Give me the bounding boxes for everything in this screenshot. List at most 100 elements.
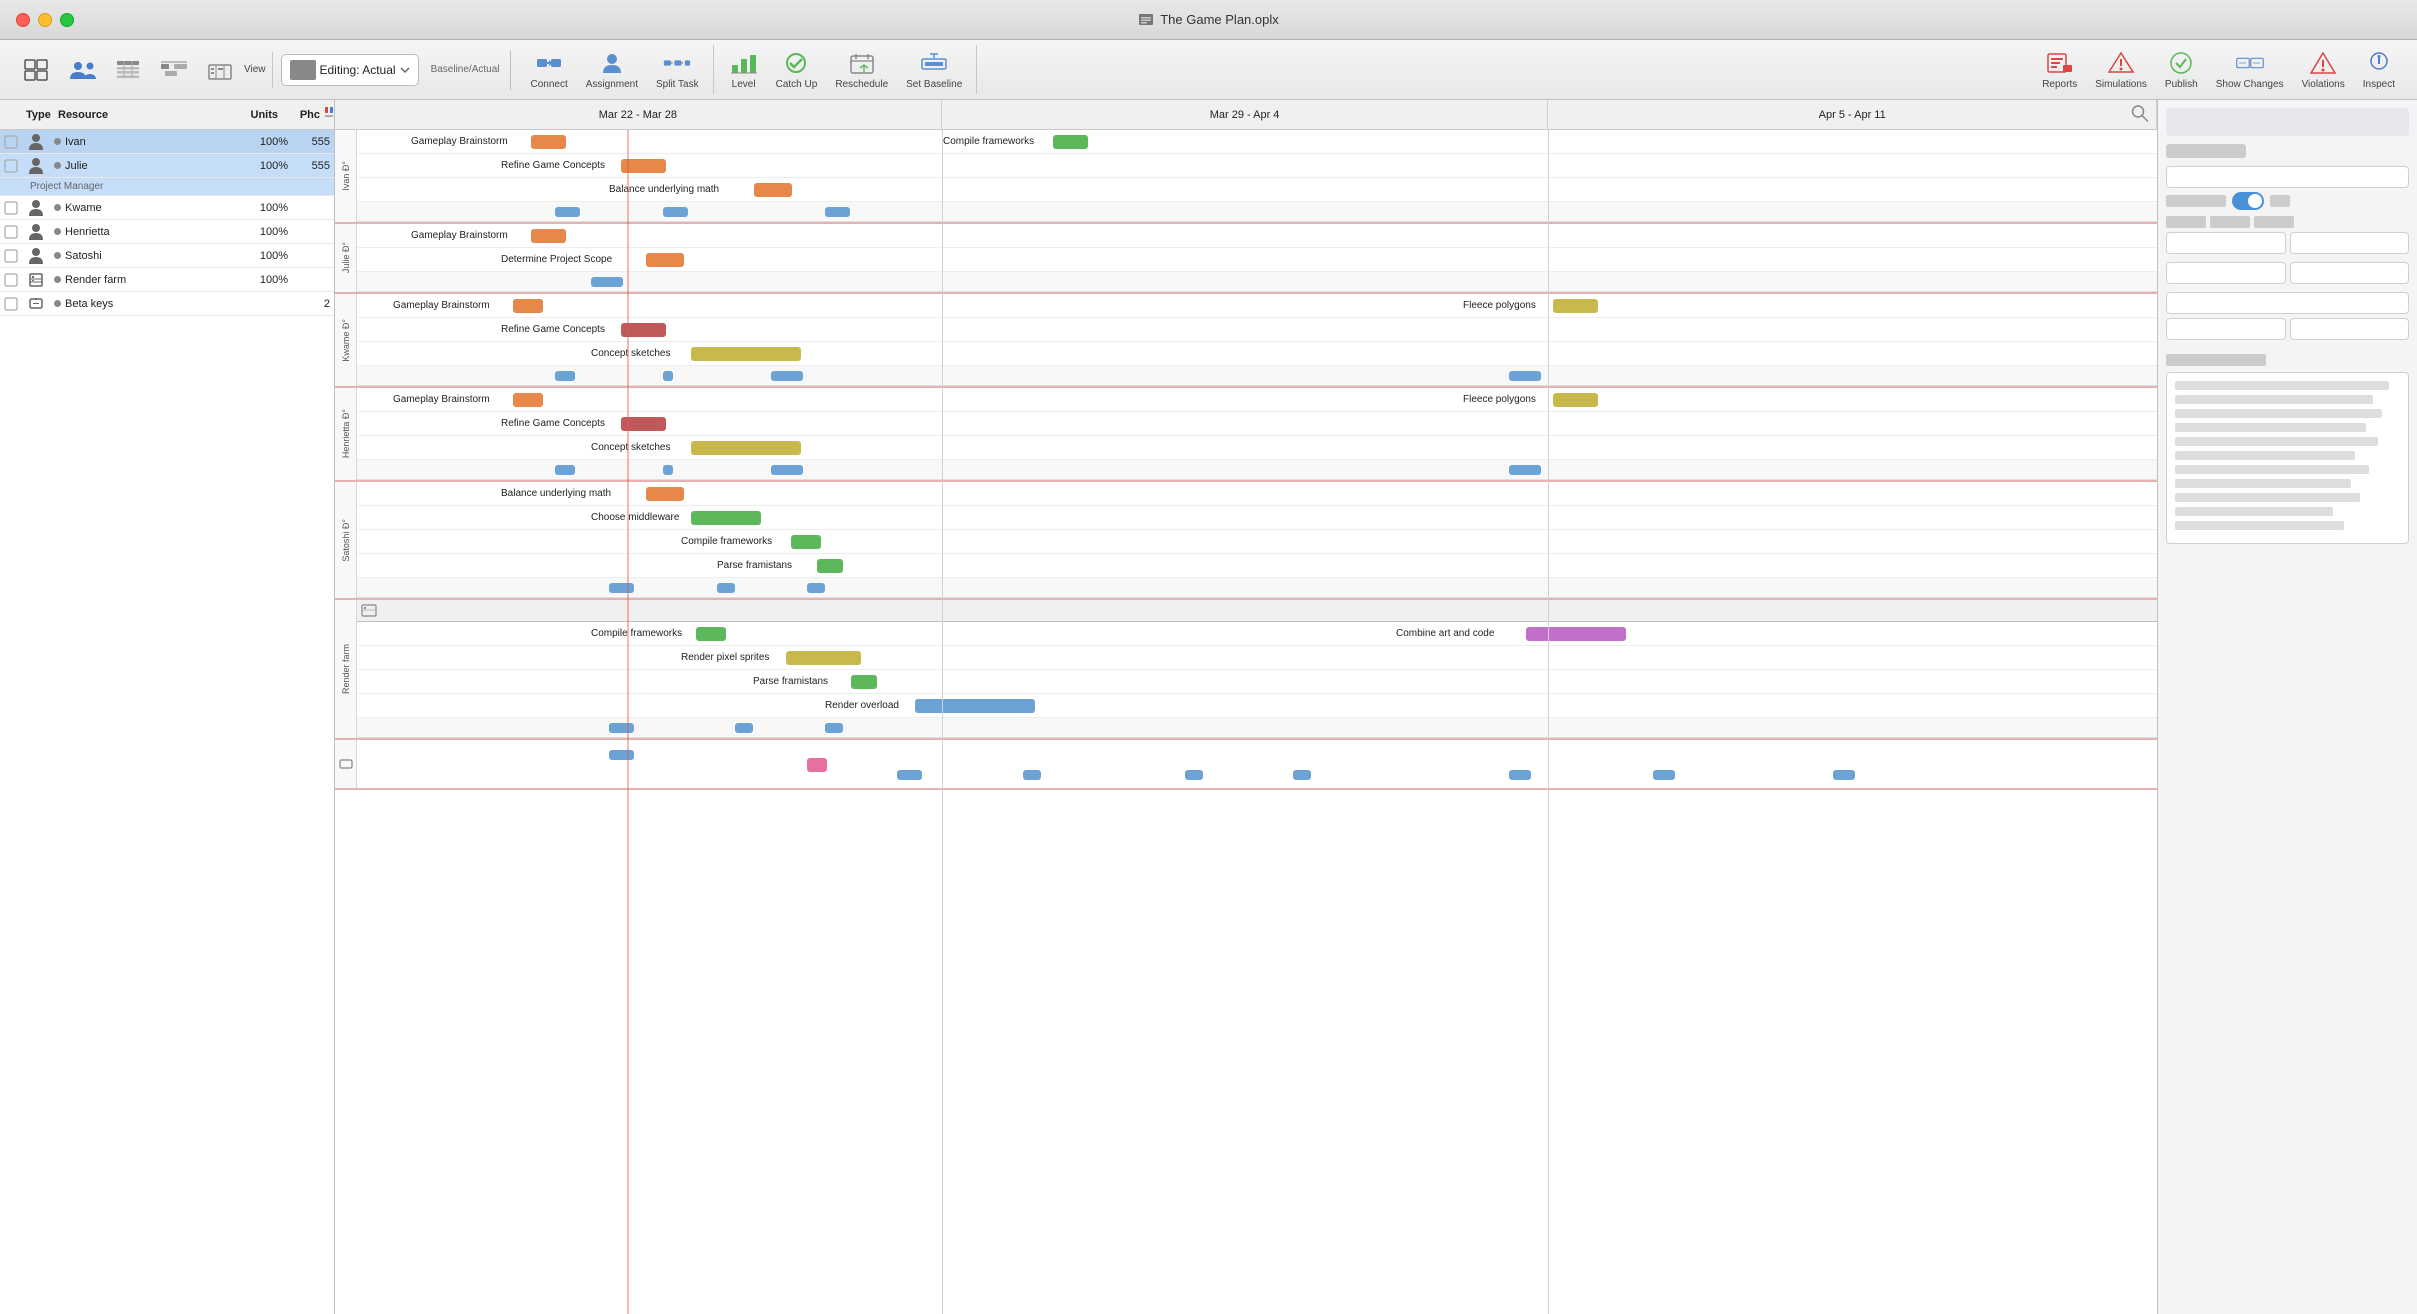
gantt-header: Mar 22 - Mar 28 Mar 29 - Apr 4 Apr 5 - A… <box>335 100 2157 130</box>
period-mar29-apr4: Mar 29 - Apr 4 <box>942 100 1549 130</box>
julie-checkbox[interactable] <box>0 159 22 173</box>
renderfarm-row-4: Render overload <box>357 694 2157 718</box>
reports-group: Reports Simulations Publish <box>2028 45 2409 94</box>
kwame-section: Kwame Đ° Gameplay Brainstorm Fleece poly… <box>335 294 2157 388</box>
view-table-button[interactable] <box>106 52 150 88</box>
julie-row-1: Gameplay Brainstorm <box>357 224 2157 248</box>
violations-button[interactable]: Violations <box>2294 45 2353 94</box>
show-changes-button[interactable]: Show Changes <box>2208 45 2292 94</box>
catch-up-label: Catch Up <box>776 79 818 90</box>
violations-label: Violations <box>2302 79 2345 90</box>
gantt-rows[interactable]: Ivan Đ° Gameplay Brainstorm Compile fram… <box>335 130 2157 1314</box>
assignment-button[interactable]: Assignment <box>578 45 646 94</box>
resource-row-renderfarm[interactable]: Render farm 100% <box>0 268 334 292</box>
window-controls[interactable] <box>16 13 74 27</box>
toolbar: View Editing: Actual Baseline/Actual Con… <box>0 40 2417 100</box>
set-baseline-button[interactable]: Set Baseline <box>898 45 970 94</box>
set-baseline-label: Set Baseline <box>906 79 962 90</box>
rp-field-3a[interactable] <box>2166 262 2286 284</box>
rp-toggle-1 <box>2166 192 2409 210</box>
renderfarm-checkbox[interactable] <box>0 273 22 287</box>
renderfarm-row-3: Parse framistans <box>357 670 2157 694</box>
header-phc: Phc <box>284 109 324 121</box>
combine-art-code-bar <box>1526 627 1626 641</box>
ivan-phc: 555 <box>294 136 334 148</box>
renderfarm-name: Render farm <box>50 274 244 286</box>
gameplay-brainstorm-bar-kwame <box>513 299 543 313</box>
betakeys-checkbox[interactable] <box>0 297 22 311</box>
catch-up-button[interactable]: Catch Up <box>768 45 826 94</box>
level-button[interactable]: Level <box>722 45 766 94</box>
ivan-section-label: Ivan Đ° <box>335 130 357 222</box>
kwame-row-3: Concept sketches <box>357 342 2157 366</box>
resource-row-betakeys[interactable]: Beta keys 2 <box>0 292 334 316</box>
renderfarm-section-label: Render farm <box>335 600 357 738</box>
rp-row-3 <box>2166 262 2409 288</box>
rp-field-4[interactable] <box>2166 292 2409 314</box>
henrietta-section: Henrietta Đ° Gameplay Brainstorm Fleece … <box>335 388 2157 482</box>
view-people-button[interactable] <box>60 52 104 88</box>
rp-field-1[interactable] <box>2166 166 2409 188</box>
fleece-polygons-bar-kwame <box>1553 299 1598 313</box>
compile-frameworks-bar-satoshi <box>791 535 821 549</box>
publish-button[interactable]: Publish <box>2157 45 2206 94</box>
split-task-button[interactable]: Split Task <box>648 45 707 94</box>
view-group: View <box>8 52 273 88</box>
gantt-search-icon[interactable] <box>2131 104 2149 125</box>
simulations-button[interactable]: Simulations <box>2087 45 2155 94</box>
inspect-label: Inspect <box>2363 79 2395 90</box>
minimize-button[interactable] <box>38 13 52 27</box>
maximize-button[interactable] <box>60 13 74 27</box>
kwame-section-label: Kwame Đ° <box>335 294 357 386</box>
rp-field-3b[interactable] <box>2290 262 2410 284</box>
reports-label: Reports <box>2042 79 2077 90</box>
renderfarm-type-icon <box>22 271 50 289</box>
toggle-switch-1[interactable] <box>2232 192 2264 210</box>
editing-mode-label: Editing: Actual <box>320 63 396 77</box>
refine-game-concepts-bar-henrietta <box>621 417 666 431</box>
satoshi-section-label: Satoshi Đ° <box>335 482 357 598</box>
period-apr5-11: Apr 5 - Apr 11 <box>1548 100 2157 130</box>
resource-row-henrietta[interactable]: Henrietta 100% <box>0 220 334 244</box>
connect-button[interactable]: Connect <box>523 45 576 94</box>
close-button[interactable] <box>16 13 30 27</box>
view-map-button[interactable] <box>198 52 242 88</box>
rp-field-2a[interactable] <box>2166 232 2286 254</box>
balance-math-bar-ivan <box>754 183 792 197</box>
kwame-checkbox[interactable] <box>0 201 22 215</box>
satoshi-row-2: Choose middleware <box>357 506 2157 530</box>
satoshi-checkbox[interactable] <box>0 249 22 263</box>
resource-row-kwame[interactable]: Kwame 100% <box>0 196 334 220</box>
window-title: The Game Plan.oplx <box>1138 12 1279 28</box>
resource-row-julie[interactable]: Julie 100% 555 <box>0 154 334 178</box>
ivan-row-3: Balance underlying math <box>357 178 2157 202</box>
renderfarm-icon-row <box>357 600 2157 622</box>
reschedule-button[interactable]: Reschedule <box>827 45 896 94</box>
view-timeline-button[interactable] <box>152 52 196 88</box>
assignment-label: Assignment <box>586 79 638 90</box>
betakeys-section <box>335 740 2157 790</box>
resource-row-satoshi[interactable]: Satoshi 100% <box>0 244 334 268</box>
compile-frameworks-bar-rf <box>696 627 726 641</box>
betakeys-section-label <box>335 740 357 788</box>
view-label: View <box>244 64 266 75</box>
henrietta-checkbox[interactable] <box>0 225 22 239</box>
render-pixel-sprites-bar <box>786 651 861 665</box>
inspect-button[interactable]: Inspect <box>2355 45 2403 94</box>
period-mar22-28: Mar 22 - Mar 28 <box>335 100 942 130</box>
rp-field-2b[interactable] <box>2290 232 2410 254</box>
rp-text-area[interactable] <box>2166 372 2409 544</box>
editing-selector[interactable]: Editing: Actual <box>281 54 419 86</box>
view-grid-button[interactable] <box>14 52 58 88</box>
resource-row-ivan[interactable]: Ivan 100% 555 <box>0 130 334 154</box>
henrietta-row-1: Gameplay Brainstorm Fleece polygons <box>357 388 2157 412</box>
reports-button[interactable]: Reports <box>2034 45 2085 94</box>
rp-top-selector[interactable] <box>2166 108 2409 136</box>
ivan-section: Ivan Đ° Gameplay Brainstorm Compile fram… <box>335 130 2157 224</box>
ivan-checkbox[interactable] <box>0 135 22 149</box>
julie-type-icon <box>22 157 50 175</box>
satoshi-name: Satoshi <box>50 250 244 262</box>
rp-field-5a[interactable] <box>2166 318 2286 340</box>
rp-field-5b[interactable] <box>2290 318 2410 340</box>
ivan-row-2: Refine Game Concepts <box>357 154 2157 178</box>
